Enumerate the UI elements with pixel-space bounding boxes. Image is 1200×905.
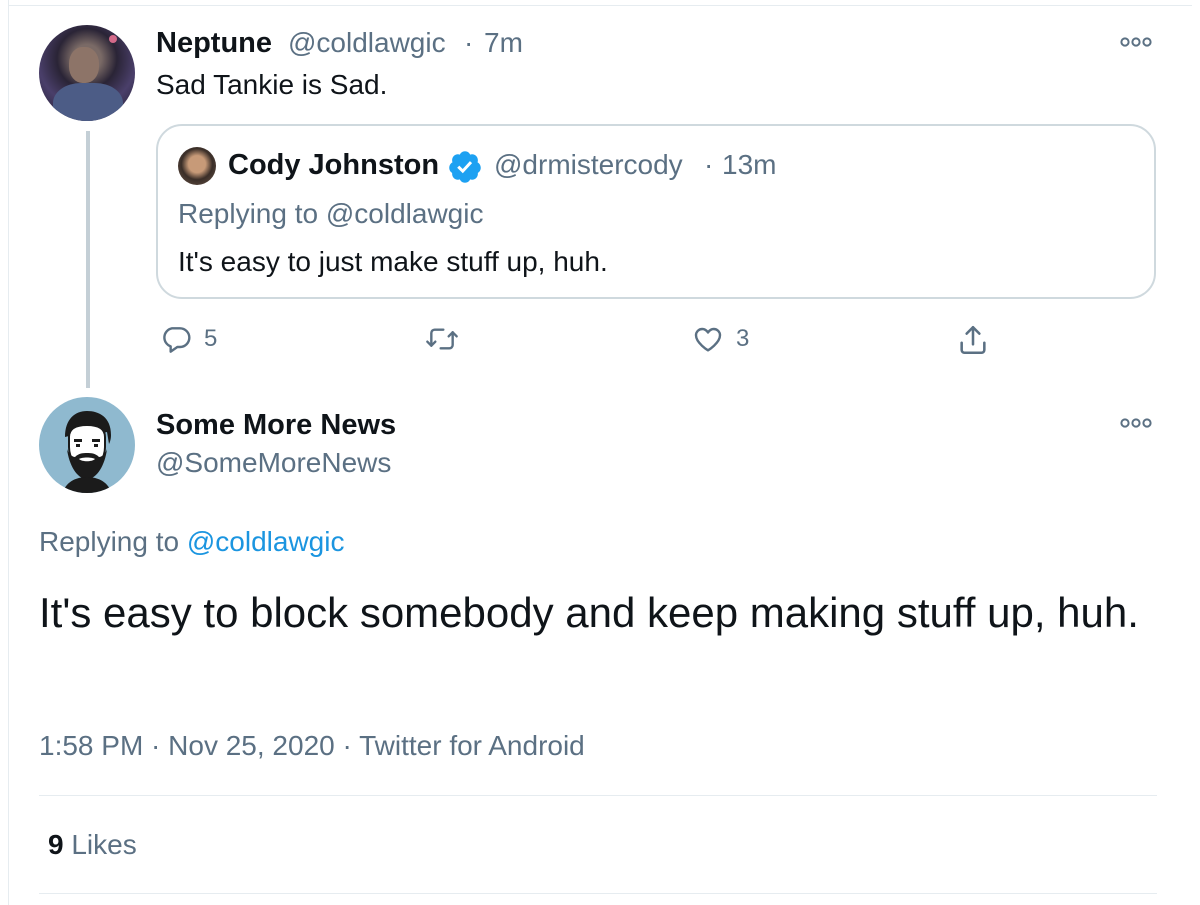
share-button[interactable] [956, 323, 990, 357]
verified-badge-icon [449, 151, 481, 183]
like-count: 3 [736, 325, 750, 352]
heart-icon [694, 327, 722, 352]
main-author-handle[interactable]: @SomeMoreNews [156, 447, 391, 479]
reply-count: 5 [204, 325, 218, 352]
parent-separator: · [464, 27, 474, 58]
likes-summary[interactable]: 9 Likes [48, 829, 137, 861]
more-options-icon[interactable] [1120, 35, 1152, 53]
avatar-neptune[interactable] [39, 25, 135, 121]
avatar-face [69, 47, 99, 83]
frame-border-top [8, 5, 1192, 6]
reply-icon [163, 327, 191, 353]
like-button[interactable]: 3 [692, 323, 749, 355]
frame-border-left [8, 0, 9, 905]
parent-time[interactable]: 7m [484, 27, 523, 59]
share-icon [960, 325, 986, 355]
quoted-author-avatar[interactable] [178, 147, 216, 185]
quoted-author-handle: @drmistercody [494, 149, 683, 180]
bearded-face-icon [63, 411, 111, 493]
quoted-tweet-text: It's easy to just make stuff up, huh. [178, 246, 608, 277]
more-options-icon[interactable] [1120, 416, 1152, 434]
avatar-shirt [53, 83, 123, 121]
divider [39, 893, 1157, 894]
tweet-timestamp[interactable]: 1:58 PM · Nov 25, 2020 · Twitter for And… [39, 730, 585, 762]
avatar-some-more-news[interactable] [39, 397, 135, 493]
retweet-icon [426, 328, 458, 350]
thread-connector-line [86, 131, 90, 388]
replying-to-label: Replying to [39, 526, 187, 557]
main-tweet-text: It's easy to block somebody and keep mak… [39, 589, 1139, 636]
quoted-author-name: Cody Johnston [228, 149, 440, 181]
quoted-replying-to: Replying to @coldlawgic [178, 198, 484, 229]
likes-count: 9 [48, 829, 64, 860]
reply-button[interactable]: 5 [160, 323, 217, 355]
parent-author-name[interactable]: Neptune [156, 27, 272, 60]
retweet-button[interactable] [424, 323, 472, 355]
divider [39, 795, 1157, 796]
avatar-background-light [109, 35, 117, 43]
main-replying-to: Replying to @coldlawgic [39, 526, 344, 558]
quoted-time: 13m [722, 149, 777, 180]
main-author-name[interactable]: Some More News [156, 409, 396, 442]
likes-label: Likes [71, 829, 137, 860]
parent-tweet-text: Sad Tankie is Sad. [156, 69, 388, 100]
parent-author-handle[interactable]: @coldlawgic [288, 27, 446, 59]
replying-to-mention-link[interactable]: @coldlawgic [187, 526, 345, 557]
quoted-separator: · [704, 149, 714, 180]
